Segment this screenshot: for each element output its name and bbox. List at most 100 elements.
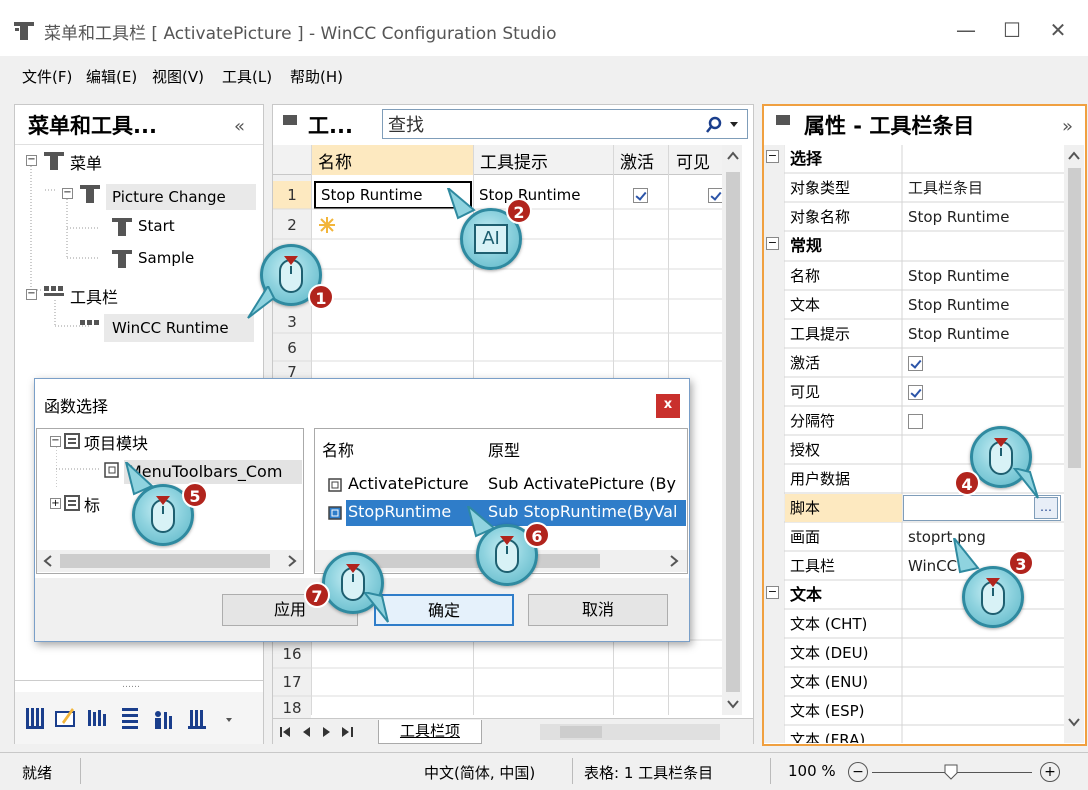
col-header-name[interactable]: 名称 bbox=[318, 148, 352, 173]
col-header-tooltip[interactable]: 工具提示 bbox=[480, 148, 548, 173]
close-button[interactable]: ✕ bbox=[1036, 10, 1080, 50]
collapse-toggle[interactable]: − bbox=[766, 150, 779, 163]
list-item-prototype[interactable]: Sub ActivatePicture (By bbox=[488, 474, 684, 493]
prop-value[interactable]: Stop Runtime bbox=[902, 203, 1010, 231]
tree-lines bbox=[56, 447, 100, 487]
prop-name: 文本 (ESP) bbox=[790, 702, 865, 720]
scrollbar-thumb[interactable] bbox=[60, 554, 270, 568]
cursor-pointer-tail bbox=[953, 538, 980, 574]
divider bbox=[80, 758, 81, 784]
menu-file[interactable]: 文件(F) bbox=[22, 66, 72, 88]
tree-start[interactable]: Start bbox=[138, 217, 175, 235]
tree-menu[interactable]: 菜单 bbox=[70, 150, 102, 174]
function-icon bbox=[328, 506, 342, 520]
maximize-button[interactable]: ☐ bbox=[990, 10, 1034, 50]
prop-value[interactable]: WinCC bbox=[902, 552, 957, 580]
dialog-title: 函数选择 bbox=[44, 397, 109, 416]
search-icon[interactable] bbox=[706, 115, 742, 135]
list-header-prototype[interactable]: 原型 bbox=[488, 437, 520, 461]
status-ready: 就绪 bbox=[22, 764, 53, 782]
status-zoom: 100 % bbox=[788, 762, 836, 780]
collapse-icon[interactable]: « bbox=[234, 116, 245, 137]
section-text: 文本 bbox=[790, 585, 823, 604]
mouse-icon bbox=[495, 536, 519, 573]
tree-wincc-runtime[interactable]: WinCC Runtime bbox=[104, 314, 254, 342]
scroll-right-icon[interactable] bbox=[286, 554, 298, 568]
tree-sample[interactable]: Sample bbox=[138, 249, 194, 267]
sample-icon bbox=[112, 250, 132, 268]
sheet-nav-icons[interactable] bbox=[280, 726, 384, 738]
prop-name: 激活 bbox=[790, 354, 821, 372]
collapse-toggle[interactable]: − bbox=[50, 436, 61, 447]
prop-value[interactable]: Stop Runtime bbox=[902, 262, 1010, 290]
prop-name: 脚本 bbox=[790, 499, 821, 517]
menu-view[interactable]: 视图(V) bbox=[152, 66, 204, 88]
col-header-visible[interactable]: 可见 bbox=[676, 148, 710, 173]
search-box[interactable] bbox=[382, 109, 748, 139]
prop-active-checkbox[interactable] bbox=[908, 356, 923, 371]
prop-name: 名称 bbox=[790, 267, 821, 285]
prop-name: 可见 bbox=[790, 383, 821, 401]
picture-change-icon bbox=[80, 185, 100, 203]
prop-name: 文本 (DEU) bbox=[790, 644, 869, 662]
menu-tools[interactable]: 工具(L) bbox=[222, 66, 272, 88]
scroll-right-icon[interactable] bbox=[668, 554, 680, 568]
function-icon bbox=[328, 478, 342, 492]
cancel-button[interactable]: 取消 bbox=[528, 594, 668, 626]
text-select-icon: AI bbox=[474, 224, 508, 254]
prop-name: 文本 (ENU) bbox=[790, 673, 869, 691]
scrollbar-thumb[interactable] bbox=[726, 172, 740, 692]
collapse-toggle[interactable]: − bbox=[766, 586, 779, 599]
editor-icons[interactable] bbox=[26, 708, 256, 730]
dialog-close-button[interactable]: x bbox=[656, 394, 680, 418]
prop-value[interactable]: Stop Runtime bbox=[902, 291, 1010, 319]
menu-edit[interactable]: 编辑(E) bbox=[86, 66, 137, 88]
prop-name: 文本 bbox=[790, 296, 821, 314]
sheet-tab-toolbar-items[interactable]: 工具栏项 bbox=[378, 720, 482, 744]
mid-panel-title: 工... bbox=[308, 114, 353, 138]
collapse-toggle[interactable]: − bbox=[26, 155, 37, 166]
scroll-down-icon[interactable] bbox=[726, 698, 740, 710]
zoom-out-button[interactable]: − bbox=[848, 762, 868, 782]
zoom-in-button[interactable]: + bbox=[1040, 762, 1060, 782]
prop-value[interactable]: Stop Runtime bbox=[902, 320, 1010, 348]
ok-button[interactable]: 确定 bbox=[374, 594, 514, 626]
search-input[interactable]: 查找 bbox=[388, 111, 424, 137]
toolbar-icon bbox=[44, 286, 64, 296]
collapse-toggle[interactable]: − bbox=[766, 237, 779, 250]
expand-icon[interactable]: » bbox=[1062, 116, 1073, 137]
tree-toolbar[interactable]: 工具栏 bbox=[70, 284, 118, 308]
collapse-toggle[interactable]: − bbox=[26, 289, 37, 300]
list-item-name[interactable]: ActivatePicture bbox=[348, 474, 469, 493]
list-item-prototype-selected[interactable]: Sub StopRuntime(ByVal bbox=[488, 502, 684, 521]
menu-help[interactable]: 帮助(H) bbox=[290, 66, 343, 88]
splitter-dots[interactable]: …… bbox=[122, 680, 140, 690]
status-table: 表格: 1 工具栏条目 bbox=[584, 764, 714, 782]
scroll-down-icon[interactable] bbox=[1067, 716, 1081, 728]
tree-standard-module[interactable]: 标 bbox=[84, 492, 100, 516]
expand-toggle[interactable]: + bbox=[50, 498, 61, 509]
properties-scrollbar-thumb[interactable] bbox=[1068, 168, 1081, 468]
prop-name: 画面 bbox=[790, 528, 821, 546]
cursor-pointer-tail bbox=[124, 462, 154, 496]
tree-picture-change[interactable]: Picture Change bbox=[106, 184, 256, 210]
prop-name: 文本 (FRA) bbox=[790, 731, 866, 743]
mouse-icon bbox=[981, 578, 1005, 615]
collapse-toggle[interactable]: − bbox=[62, 188, 73, 199]
prop-value[interactable]: 工具栏条目 bbox=[902, 174, 983, 202]
zoom-slider-thumb[interactable] bbox=[944, 764, 958, 780]
cursor-pointer-tail bbox=[446, 188, 476, 220]
prop-visible-checkbox[interactable] bbox=[908, 385, 923, 400]
scroll-up-icon[interactable] bbox=[726, 150, 740, 162]
menu-folder-icon bbox=[44, 152, 64, 170]
scroll-left-icon[interactable] bbox=[42, 554, 54, 568]
minimize-button[interactable]: — bbox=[944, 10, 988, 50]
prop-separator-checkbox[interactable] bbox=[908, 414, 923, 429]
h-scrollbar-thumb[interactable] bbox=[560, 726, 602, 738]
list-header-name[interactable]: 名称 bbox=[322, 437, 354, 461]
col-header-active[interactable]: 激活 bbox=[620, 148, 654, 173]
scroll-up-icon[interactable] bbox=[1067, 150, 1081, 162]
list-item-name-selected[interactable]: StopRuntime bbox=[348, 502, 451, 521]
prop-name: 文本 (CHT) bbox=[790, 615, 868, 633]
step-badge-3: 3 bbox=[1008, 550, 1034, 576]
